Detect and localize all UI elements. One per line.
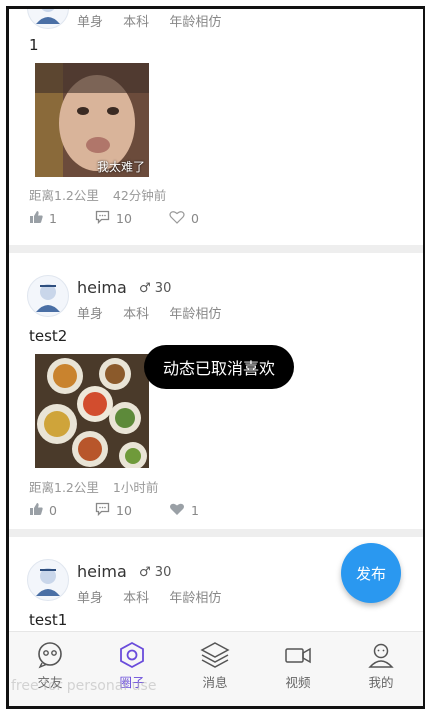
tab-friends[interactable]: 交友	[9, 632, 91, 706]
tag-degree: 本科	[123, 591, 150, 606]
video-camera-icon	[285, 647, 311, 664]
post-text: test1	[29, 611, 68, 629]
person-icon	[368, 643, 394, 668]
tag-degree: 本科	[123, 307, 150, 322]
tab-messages[interactable]: 消息	[174, 632, 256, 706]
post-time: 1小时前	[112, 480, 159, 495]
like-button[interactable]: 0	[29, 502, 57, 519]
male-icon: ♂	[139, 565, 151, 580]
tab-profile[interactable]: 我的	[340, 632, 422, 706]
male-icon: ♂	[139, 281, 151, 296]
post-card[interactable]: heima ♂ 30 单身 本科 年龄相仿 test2 距离1.2公里 1小时前…	[9, 253, 423, 531]
hexagon-circle-icon	[120, 641, 144, 669]
publish-button[interactable]: 发布	[341, 543, 401, 603]
like-count: 0	[49, 503, 57, 518]
post-text: 1	[29, 36, 39, 54]
heart-filled-icon	[169, 502, 185, 519]
age: 30	[154, 281, 172, 296]
tag-single: 单身	[77, 591, 104, 606]
image-caption: 我太难了	[96, 160, 145, 174]
username[interactable]: heima	[77, 278, 127, 297]
like-button[interactable]: 1	[29, 210, 57, 227]
bottom-tab-bar: 交友 圈子 消息 视频 我的 free for personal use	[9, 631, 423, 706]
tag-single: 单身	[77, 15, 104, 30]
comment-button[interactable]: 10	[95, 210, 132, 227]
layers-icon	[200, 642, 230, 668]
watermark: free for personal use	[11, 678, 157, 694]
distance: 距离1.2公里	[29, 188, 99, 203]
thumbs-up-icon	[29, 210, 43, 227]
comment-count: 10	[116, 503, 132, 518]
gender-age: ♂ 30	[139, 281, 171, 296]
post-time: 42分钟前	[112, 188, 167, 203]
username[interactable]: heima	[77, 562, 127, 581]
thumbs-up-icon	[29, 502, 43, 519]
comment-button[interactable]: 10	[95, 502, 132, 519]
user-tags: 单身 本科 年龄相仿	[77, 587, 237, 606]
user-tags: 单身 本科 年龄相仿	[77, 303, 237, 322]
comment-count: 10	[116, 211, 132, 226]
post-image[interactable]: 我太难了	[35, 63, 149, 177]
toast-message: 动态已取消喜欢	[144, 345, 294, 389]
tab-video[interactable]: 视频	[257, 632, 339, 706]
love-count: 0	[191, 211, 199, 226]
heart-outline-icon	[169, 210, 185, 227]
tag-age: 年龄相仿	[169, 591, 222, 606]
tag-degree: 本科	[123, 15, 150, 30]
avatar[interactable]	[27, 9, 69, 29]
tab-label: 消息	[202, 675, 228, 690]
post-separator	[9, 245, 423, 253]
love-button[interactable]: 0	[169, 210, 199, 227]
love-button[interactable]: 1	[169, 502, 199, 519]
comment-icon	[95, 210, 110, 227]
post-text: test2	[29, 327, 68, 345]
post-card[interactable]: 单身 本科 年龄相仿 1 我太难了 距离1.2公里 42分钟前 1 10 0	[9, 9, 423, 247]
post-image[interactable]	[35, 354, 149, 468]
tag-single: 单身	[77, 307, 104, 322]
tag-age: 年龄相仿	[169, 15, 222, 30]
comment-icon	[95, 502, 110, 519]
tab-label: 视频	[285, 675, 311, 690]
distance: 距离1.2公里	[29, 480, 99, 495]
user-tags: 单身 本科 年龄相仿	[77, 11, 237, 30]
like-count: 1	[49, 211, 57, 226]
tab-circle[interactable]: 圈子	[91, 632, 173, 706]
avatar[interactable]	[27, 559, 69, 601]
post-meta: 距离1.2公里 42分钟前	[29, 185, 176, 204]
age: 30	[154, 565, 172, 580]
chat-face-icon	[38, 642, 62, 669]
gender-age: ♂ 30	[139, 565, 171, 580]
tag-age: 年龄相仿	[169, 307, 222, 322]
post-separator	[9, 529, 423, 537]
tab-label: 我的	[368, 675, 394, 690]
love-count: 1	[191, 503, 199, 518]
post-meta: 距离1.2公里 1小时前	[29, 477, 168, 496]
app-screen: 单身 本科 年龄相仿 1 我太难了 距离1.2公里 42分钟前 1 10 0 h…	[6, 6, 425, 709]
avatar[interactable]	[27, 275, 69, 317]
